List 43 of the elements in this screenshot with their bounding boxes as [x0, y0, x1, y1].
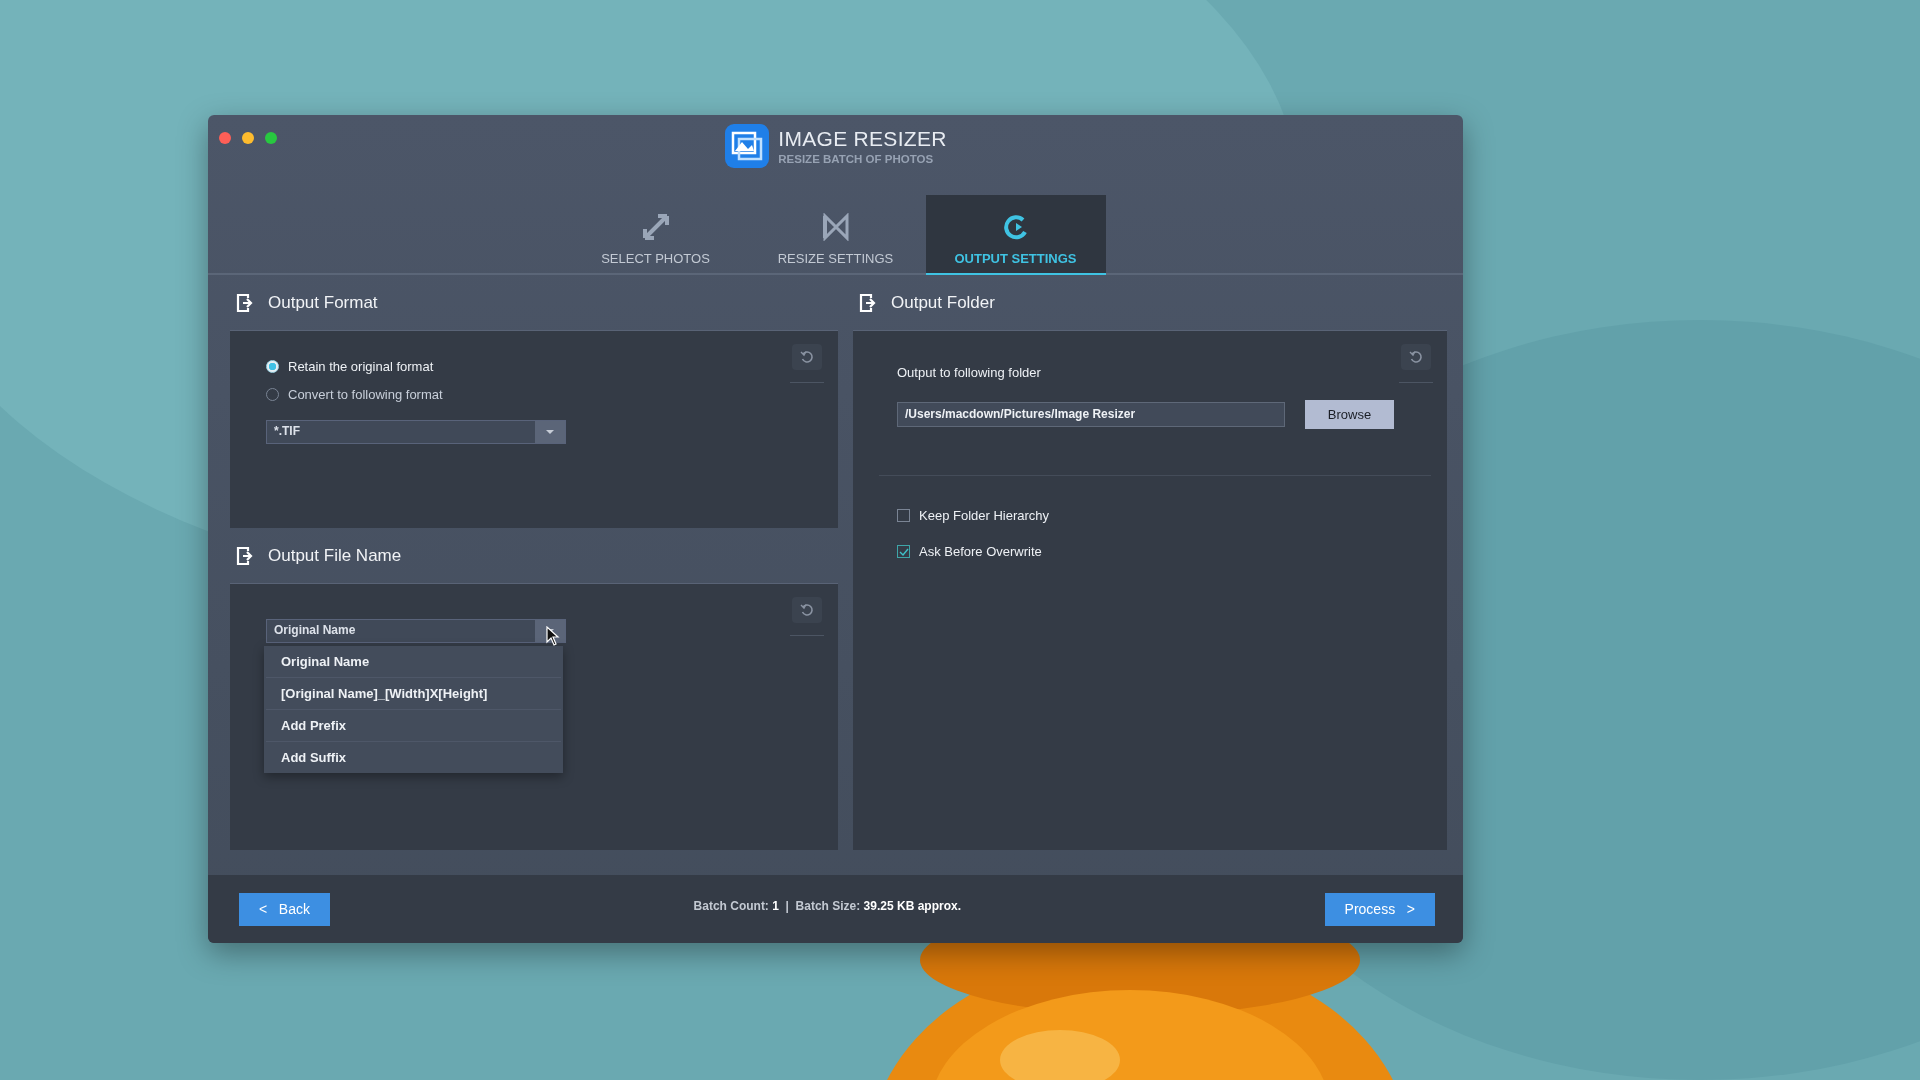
- section-title: Output Format: [268, 292, 378, 313]
- menu-item[interactable]: [Original Name]_[Width]X[Height]: [266, 678, 561, 710]
- caret-icon: [545, 429, 555, 435]
- menu-item[interactable]: Original Name: [266, 646, 561, 678]
- reset-button[interactable]: [792, 597, 822, 623]
- section-title: Output File Name: [268, 545, 402, 566]
- zoom-button[interactable]: [265, 132, 277, 144]
- reset-button[interactable]: [792, 344, 822, 370]
- app-subtitle: RESIZE BATCH OF PHOTOS: [778, 153, 935, 165]
- tab[interactable]: OUTPUT SETTINGS: [925, 195, 1106, 275]
- radio-label: Convert to following format: [288, 387, 443, 402]
- checkbox[interactable]: [897, 545, 910, 558]
- checkbox[interactable]: [897, 509, 910, 522]
- dropdown[interactable]: Original Name: [266, 619, 566, 643]
- reset-icon: [1409, 350, 1423, 364]
- tab[interactable]: RESIZE SETTINGS: [745, 195, 926, 273]
- reset-icon: [800, 603, 814, 617]
- reset-icon: [800, 350, 814, 364]
- diagonal-arrows-icon: [641, 213, 670, 241]
- checkbox-label: Keep Folder Hierarchy: [919, 508, 1050, 523]
- batch-status: Batch Count: 1 | Batch Size: 39.25 KB approx.: [693, 899, 961, 913]
- menu-item[interactable]: Add Suffix: [266, 742, 561, 773]
- app-title: IMAGE RESIZER: [778, 127, 947, 151]
- close-button[interactable]: [219, 132, 231, 144]
- reset-button[interactable]: [1401, 344, 1431, 370]
- export-icon: [859, 292, 877, 313]
- export-icon: [236, 545, 254, 566]
- radio-label: Retain the original format: [288, 359, 434, 374]
- minimize-button[interactable]: [242, 132, 254, 144]
- checkbox-label: Ask Before Overwrite: [919, 544, 1042, 559]
- check-icon: [898, 547, 909, 556]
- bowtie-icon: [821, 213, 850, 241]
- path-field[interactable]: /Users/macdown/Pictures/Image Resizer: [897, 402, 1285, 427]
- browse-button[interactable]: Browse: [1305, 400, 1394, 429]
- cursor-icon: [546, 626, 560, 646]
- section-title: Output Folder: [891, 292, 995, 313]
- folder-label: Output to following folder: [897, 365, 1042, 380]
- export-icon: [236, 292, 254, 313]
- dropdown[interactable]: *.TIF: [266, 420, 566, 444]
- radio-button[interactable]: [266, 360, 279, 373]
- menu-item[interactable]: Add Prefix: [266, 710, 561, 742]
- app-logo-icon: [724, 123, 771, 169]
- tab[interactable]: SELECT PHOTOS: [565, 195, 746, 273]
